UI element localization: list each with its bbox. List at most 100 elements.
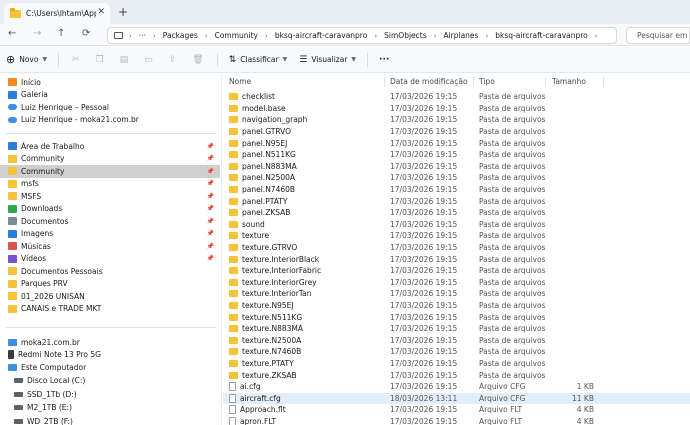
column-divider[interactable] bbox=[603, 77, 604, 87]
file-row[interactable]: texture.N7460B 17/03/2026 19:15 Pasta de a… bbox=[223, 346, 690, 358]
sidebar-item[interactable]: CANAIS e TRADE MKT bbox=[0, 303, 220, 316]
new-tab-button[interactable]: + bbox=[118, 5, 128, 19]
pin-icon[interactable]: 📌 bbox=[207, 255, 214, 262]
sidebar-item[interactable]: M2_1TB (E:) bbox=[0, 402, 220, 415]
pin-icon[interactable]: 📌 bbox=[207, 230, 214, 237]
file-row[interactable]: texture.InteriorBlack 17/03/2026 19:15 Pas… bbox=[223, 253, 690, 265]
file-row[interactable]: panel.N7460B 17/03/2026 19:15 Pasta de arq… bbox=[223, 184, 690, 196]
sidebar-item[interactable]: Área de Trabalho 📌 bbox=[0, 140, 220, 153]
file-row[interactable]: apron.FLT 17/03/2026 19:15 Arquivo FLT 4 KB bbox=[223, 416, 690, 425]
file-name-cell: panel.GTRVO bbox=[229, 127, 291, 136]
sidebar-item[interactable]: Músicas 📌 bbox=[0, 240, 220, 253]
sidebar-item[interactable]: Luiz Henrique – Pessoal bbox=[0, 101, 220, 114]
file-row[interactable]: texture.N883MA 17/03/2026 19:15 Pasta de a… bbox=[223, 323, 690, 335]
sidebar-item[interactable]: Luiz Henrique - moka21.com.br bbox=[0, 114, 220, 127]
pin-icon[interactable]: 📌 bbox=[207, 155, 214, 162]
sidebar-item[interactable]: Galeria bbox=[0, 89, 220, 102]
column-header-type[interactable]: Tipo bbox=[479, 74, 495, 89]
folder-icon bbox=[229, 162, 238, 170]
sidebar-item[interactable]: Documentos Pessoais bbox=[0, 265, 220, 278]
address-bar[interactable]: › ··· › Packages › Community › bksq-aircraft… bbox=[107, 27, 617, 44]
file-row[interactable]: texture.ZKSAB 17/03/2026 19:15 Pasta de ar… bbox=[223, 369, 690, 381]
sidebar-item[interactable]: 01_2026 UNISAN bbox=[0, 290, 220, 303]
sidebar-item[interactable]: Início bbox=[0, 76, 220, 89]
pin-icon[interactable]: 📌 bbox=[207, 180, 214, 187]
breadcrumb-item[interactable]: Community bbox=[215, 31, 258, 40]
file-row[interactable]: panel.PTATY 17/03/2026 19:15 Pasta de arqu… bbox=[223, 195, 690, 207]
copy-icon[interactable]: ❐ bbox=[88, 55, 112, 65]
breadcrumb-item[interactable]: bksq-aircraft-caravanpro bbox=[495, 31, 588, 40]
file-row[interactable]: panel.N883MA 17/03/2026 19:15 Pasta de arq… bbox=[223, 161, 690, 173]
sidebar-item[interactable]: Parques PRV bbox=[0, 278, 220, 291]
file-row[interactable]: panel.N2500A 17/03/2026 19:15 Pasta de arq… bbox=[223, 172, 690, 184]
sidebar-item[interactable]: Downloads 📌 bbox=[0, 203, 220, 216]
refresh-button[interactable]: ⟳ bbox=[82, 28, 90, 39]
sidebar-item[interactable]: moka21.com.br bbox=[0, 336, 220, 349]
pin-icon[interactable]: 📌 bbox=[207, 243, 214, 250]
file-row[interactable]: model.base 17/03/2026 19:15 Pasta de arqui… bbox=[223, 103, 690, 115]
delete-icon[interactable]: 🗑 bbox=[184, 55, 211, 65]
sidebar-item[interactable]: Community 📌 bbox=[0, 165, 220, 178]
column-header-size[interactable]: Tamanho bbox=[552, 74, 586, 89]
file-row[interactable]: texture.InteriorTan 17/03/2026 19:15 Pasta… bbox=[223, 288, 690, 300]
breadcrumb-item[interactable]: bksq-aircraft-caravanpro bbox=[275, 31, 368, 40]
file-row[interactable]: texture.PTATY 17/03/2026 19:15 Pasta de ar… bbox=[223, 358, 690, 370]
pin-icon[interactable]: 📌 bbox=[207, 205, 214, 212]
file-row[interactable]: panel.GTRVO 17/03/2026 19:15 Pasta de arqu… bbox=[223, 126, 690, 138]
forward-button[interactable]: → bbox=[33, 28, 41, 39]
breadcrumb-item[interactable]: SimObjects bbox=[384, 31, 426, 40]
tab-current-folder[interactable]: C:\Users\lhtam\AppData\Loca ✕ bbox=[4, 3, 110, 24]
column-divider[interactable] bbox=[473, 77, 474, 87]
cut-icon[interactable]: ✂ bbox=[64, 55, 88, 65]
more-options-button[interactable]: ··· bbox=[373, 55, 395, 65]
paste-icon[interactable]: ▤ bbox=[112, 55, 137, 65]
file-row[interactable]: panel.N95EJ 17/03/2026 19:15 Pasta de arqu… bbox=[223, 137, 690, 149]
file-row[interactable]: texture.InteriorGrey 17/03/2026 19:15 Past… bbox=[223, 277, 690, 289]
column-header-name[interactable]: Nome bbox=[229, 74, 251, 89]
sidebar-item[interactable]: SSD_1Tb (D:) bbox=[0, 388, 220, 401]
file-row[interactable]: ai.cfg 17/03/2026 19:15 Arquivo CFG 1 KB bbox=[223, 381, 690, 393]
close-tab-icon[interactable]: ✕ bbox=[97, 7, 105, 17]
file-row[interactable]: texture.GTRVO 17/03/2026 19:15 Pasta de ar… bbox=[223, 242, 690, 254]
column-divider[interactable] bbox=[384, 77, 385, 87]
sidebar-item[interactable]: Redmi Note 13 Pro 5G bbox=[0, 349, 220, 362]
pin-icon[interactable]: 📌 bbox=[207, 218, 214, 225]
file-row[interactable]: sound 17/03/2026 19:15 Pasta de arquivos bbox=[223, 219, 690, 231]
file-row[interactable]: panel.N511KG 17/03/2026 19:15 Pasta de arq… bbox=[223, 149, 690, 161]
file-row[interactable]: texture 17/03/2026 19:15 Pasta de arquivos bbox=[223, 230, 690, 242]
rename-icon[interactable]: ▭ bbox=[136, 55, 161, 65]
search-input[interactable]: Pesquisar em bk bbox=[626, 27, 690, 44]
breadcrumb-item[interactable]: Airplanes bbox=[443, 31, 478, 40]
new-button[interactable]: ⊕ Novo ▼ bbox=[0, 53, 53, 66]
sidebar-item[interactable]: Disco Local (C:) bbox=[0, 374, 220, 387]
view-button[interactable]: ☰ Visualizar ▼ bbox=[293, 55, 362, 65]
pin-icon[interactable]: 📌 bbox=[207, 143, 214, 150]
file-row[interactable]: Approach.flt 17/03/2026 19:15 Arquivo FLT 4… bbox=[223, 404, 690, 416]
file-row[interactable]: navigation_graph 17/03/2026 19:15 Pasta de… bbox=[223, 114, 690, 126]
file-row[interactable]: texture.InteriorFabric 17/03/2026 19:15 Pa… bbox=[223, 265, 690, 277]
file-row[interactable]: texture.N95EJ 17/03/2026 19:15 Pasta de ar… bbox=[223, 300, 690, 312]
column-header-date[interactable]: Data de modificação bbox=[390, 74, 468, 89]
pin-icon[interactable]: 📌 bbox=[207, 168, 214, 175]
share-icon[interactable]: ⇪ bbox=[161, 55, 185, 65]
breadcrumb-overflow[interactable]: ··· bbox=[139, 31, 146, 40]
file-row[interactable]: panel.ZKSAB 17/03/2026 19:15 Pasta de arqu… bbox=[223, 207, 690, 219]
sidebar-item[interactable]: Documentos 📌 bbox=[0, 215, 220, 228]
sidebar-item[interactable]: Vídeos 📌 bbox=[0, 253, 220, 266]
back-button[interactable]: ← bbox=[8, 28, 16, 39]
sidebar-item[interactable]: Imagens 📌 bbox=[0, 228, 220, 241]
sidebar-item[interactable]: WD_2TB (F:) bbox=[0, 415, 220, 425]
pin-icon[interactable]: 📌 bbox=[207, 193, 214, 200]
sort-button[interactable]: ⇅ Classificar ▼ bbox=[223, 55, 294, 65]
file-row[interactable]: aircraft.cfg 18/03/2026 13:11 Arquivo CFG 1… bbox=[223, 392, 690, 405]
breadcrumb-item[interactable]: Packages bbox=[163, 31, 198, 40]
sidebar-item[interactable]: Community 📌 bbox=[0, 153, 220, 166]
file-row[interactable]: texture.N2500A 17/03/2026 19:15 Pasta de a… bbox=[223, 335, 690, 347]
sidebar-item[interactable]: msfs 📌 bbox=[0, 178, 220, 191]
file-row[interactable]: checklist 17/03/2026 19:15 Pasta de arquiv… bbox=[223, 91, 690, 103]
file-row[interactable]: texture.N511KG 17/03/2026 19:15 Pasta de a… bbox=[223, 311, 690, 323]
column-divider[interactable] bbox=[545, 77, 546, 87]
sidebar-item[interactable]: MSFS 📌 bbox=[0, 190, 220, 203]
up-button[interactable]: ↑ bbox=[57, 28, 65, 39]
sidebar-item[interactable]: Este Computador bbox=[0, 361, 220, 374]
